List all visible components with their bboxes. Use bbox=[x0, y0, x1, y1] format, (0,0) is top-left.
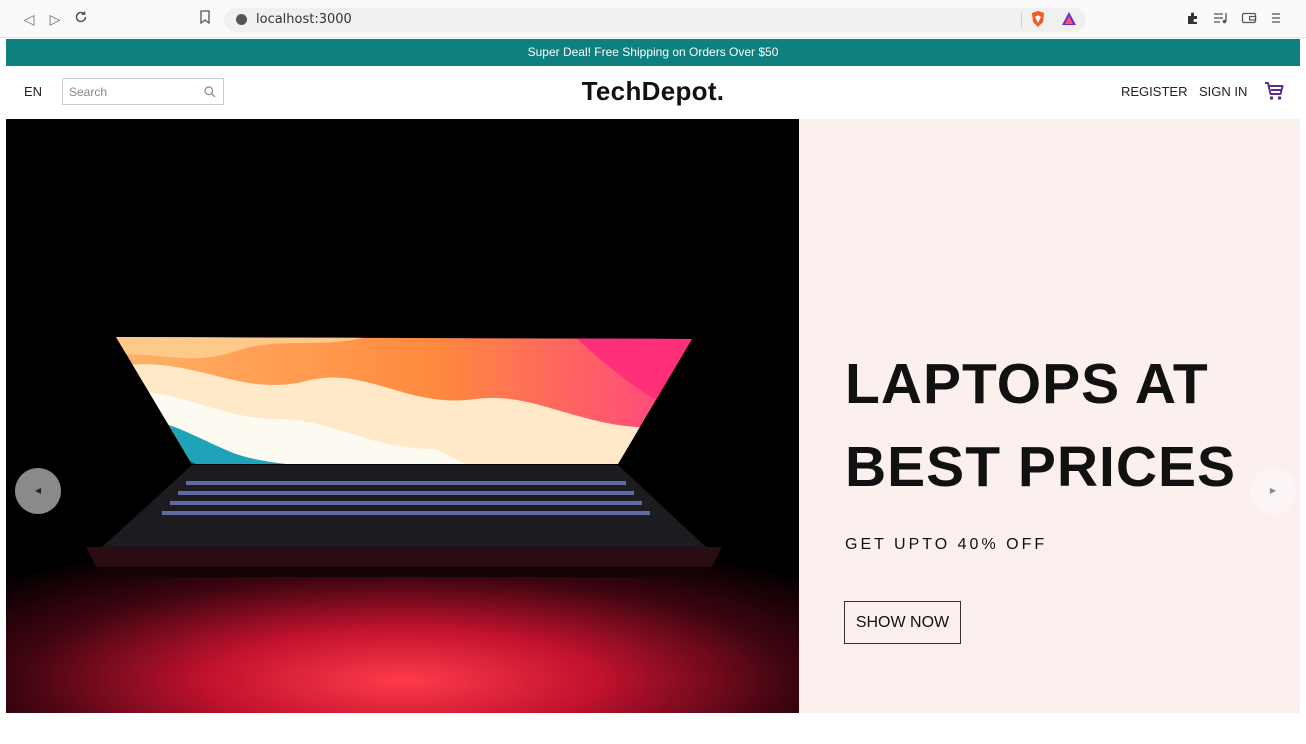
hero-slider: LAPTOPS AT BEST PRICES GET UPTO 40% OFF … bbox=[6, 119, 1300, 713]
logo-container: TechDepot. bbox=[6, 76, 1300, 107]
hero-title-line-1: LAPTOPS AT bbox=[845, 352, 1209, 416]
chevron-left-icon: ◀ bbox=[34, 486, 42, 495]
hamburger-icon[interactable] bbox=[1268, 11, 1284, 27]
hero-title-line-2: BEST PRICES bbox=[845, 434, 1237, 499]
slider-next-button[interactable]: ▶ bbox=[1250, 468, 1296, 514]
wallet-icon[interactable] bbox=[1241, 11, 1257, 27]
info-icon[interactable] bbox=[236, 14, 247, 25]
playlist-icon[interactable] bbox=[1213, 11, 1229, 27]
site-logo[interactable]: TechDepot. bbox=[582, 76, 725, 106]
brave-shield-icon[interactable] bbox=[1030, 10, 1046, 28]
forward-icon[interactable]: ▷ bbox=[46, 10, 64, 28]
hero-subtitle: GET UPTO 40% OFF bbox=[845, 536, 1048, 553]
cart-icon[interactable] bbox=[1263, 80, 1285, 102]
brave-rewards-icon[interactable] bbox=[1061, 11, 1077, 27]
announcement-bar: Super Deal! Free Shipping on Orders Over… bbox=[6, 39, 1300, 66]
show-now-button[interactable]: SHOW NOW bbox=[844, 601, 961, 644]
hero-laptop-image bbox=[6, 119, 799, 713]
puzzle-icon[interactable] bbox=[1185, 11, 1201, 27]
signin-link[interactable]: SIGN IN bbox=[1199, 84, 1247, 99]
address-bar[interactable] bbox=[224, 8, 1086, 32]
bookmark-icon[interactable] bbox=[196, 10, 214, 28]
slider-prev-button[interactable]: ◀ bbox=[15, 468, 61, 514]
back-icon[interactable]: ◁ bbox=[20, 10, 38, 28]
browser-toolbar: ◁ ▷ localhost:3000 bbox=[0, 0, 1306, 38]
url-text[interactable]: localhost:3000 bbox=[256, 12, 352, 27]
reload-icon[interactable] bbox=[72, 10, 90, 28]
register-link[interactable]: REGISTER bbox=[1121, 84, 1187, 99]
divider bbox=[1021, 12, 1022, 28]
hero-title: LAPTOPS AT BEST PRICES bbox=[845, 343, 1285, 508]
chevron-right-icon: ▶ bbox=[1269, 486, 1277, 495]
site-header: EN TechDepot. REGISTER SIGN IN bbox=[6, 66, 1300, 119]
